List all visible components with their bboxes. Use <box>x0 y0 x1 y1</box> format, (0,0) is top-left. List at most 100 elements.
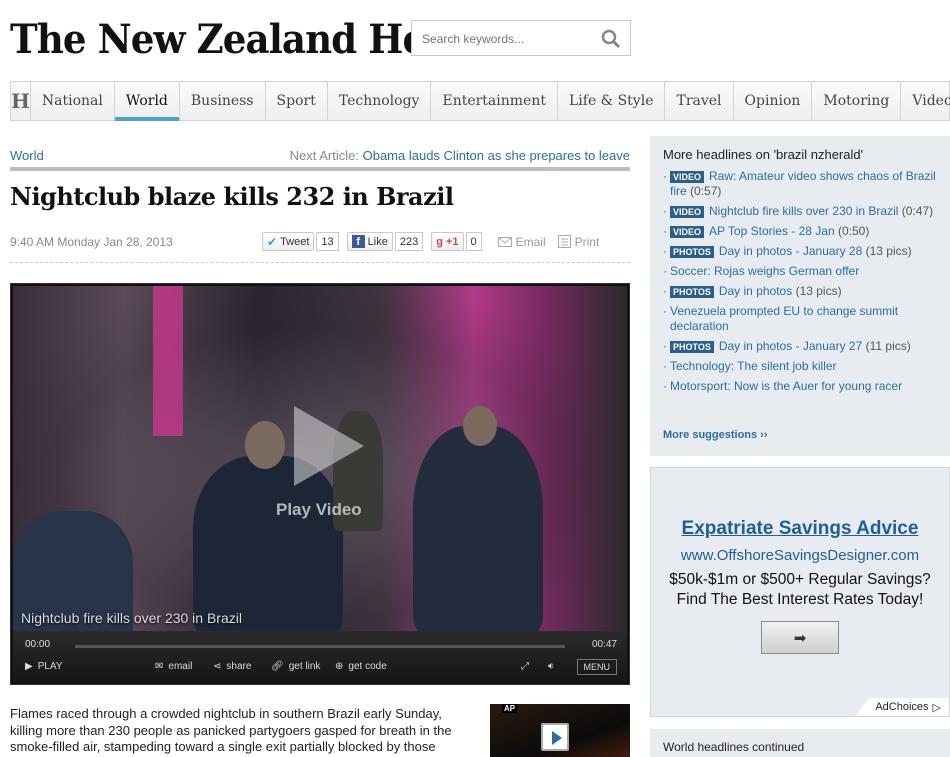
related-video-thumbnail[interactable]: AP <box>490 704 630 757</box>
ap-badge: AP <box>502 704 518 713</box>
nav-item-motoring[interactable]: Motoring <box>812 82 902 120</box>
headline-link[interactable]: Day in photos - January 27 <box>719 339 862 353</box>
nav-home-icon[interactable]: H <box>11 82 31 120</box>
nav-item-world[interactable]: World <box>114 82 180 121</box>
menu-button[interactable]: MENU <box>576 659 617 675</box>
headline-link[interactable]: Technology: The silent job killer <box>670 359 837 373</box>
headline-meta: (0:57) <box>690 184 722 198</box>
headline-item[interactable]: VIDEO AP Top Stories - 28 Jan (0:50) <box>663 224 943 239</box>
headline-link[interactable]: Nightclub fire kills over 230 in Brazil <box>709 204 898 218</box>
body-line: smoke-filled air, stampeding toward a si… <box>10 739 436 754</box>
advertisement[interactable]: Expatriate Savings Advice www.OffshoreSa… <box>650 467 950 717</box>
email-link[interactable]: Email <box>497 235 546 249</box>
time-current: 00:00 <box>25 639 51 650</box>
headline-item[interactable]: VIDEO Nightclub fire kills over 230 in Br… <box>663 204 943 219</box>
headline-item[interactable]: Technology: The silent job killer <box>663 359 943 374</box>
video-frame[interactable]: Play Video Nightclub fire kills over 230… <box>13 286 627 631</box>
nav-item-entertainment[interactable]: Entertainment <box>431 82 558 120</box>
ad-title[interactable]: Expatriate Savings Advice <box>651 518 949 540</box>
more-suggestions-link[interactable]: More suggestions ›› <box>663 429 768 441</box>
envelope-icon: ✉ <box>155 661 164 672</box>
video-scene <box>413 426 543 631</box>
headline-tag: PHOTOS <box>670 341 714 353</box>
adchoices-badge[interactable]: AdChoices ▷ <box>855 698 949 716</box>
adchoices-label: AdChoices <box>875 701 929 713</box>
printer-icon <box>557 235 571 248</box>
article-dateline: 9:40 AM Monday Jan 28, 2013 <box>10 235 173 249</box>
site-logo[interactable]: The New Zealand Herald <box>10 14 506 66</box>
headline-meta: (13 pics) <box>795 284 842 298</box>
body-line: Flames raced through a crowded nightclub… <box>10 706 442 721</box>
like-count: 223 <box>394 232 424 251</box>
get-code-button[interactable]: ⊕ get code <box>335 661 387 672</box>
nav-item-sport[interactable]: Sport <box>266 82 328 120</box>
headline-link[interactable]: Day in photos - January 28 <box>719 244 862 258</box>
headline-link[interactable]: Day in photos <box>719 284 792 298</box>
headline-item[interactable]: PHOTOS Day in photos - January 28 (13 pic… <box>663 244 943 259</box>
time-total: 00:47 <box>591 639 617 650</box>
get-link-button[interactable]: 🔗︎ get link <box>271 661 320 672</box>
get-code-label: get code <box>348 661 387 672</box>
tweet-button[interactable]: ✔ Tweet <box>262 232 315 251</box>
nav-item-business[interactable]: Business <box>180 82 266 120</box>
headline-link[interactable]: Venezuela prompted EU to change summit d… <box>670 304 898 333</box>
progress-bar[interactable] <box>75 645 565 648</box>
print-label: Print <box>574 234 600 249</box>
share-video-label: share <box>226 661 252 672</box>
email-video-button[interactable]: ✉ email <box>155 661 192 672</box>
article-headline: Nightclub blaze kills 232 in Brazil <box>10 182 454 211</box>
nav-item-life-style[interactable]: Life & Style <box>558 82 666 120</box>
share-video-button[interactable]: ⋖ share <box>213 661 251 672</box>
headline-link[interactable]: Motorsport: Now is the Auer for young ra… <box>670 379 902 393</box>
play-button[interactable]: ▶ PLAY <box>25 661 63 672</box>
video-caption: Nightclub fire kills over 230 in Brazil <box>21 610 242 626</box>
tweet-label: Tweet <box>280 235 310 248</box>
ad-url[interactable]: www.OffshoreSavingsDesigner.com <box>651 547 949 564</box>
print-link[interactable]: Print <box>557 234 600 249</box>
search-input[interactable] <box>422 29 592 49</box>
ad-arrow-button[interactable]: ➡ <box>761 621 839 654</box>
headline-item[interactable]: PHOTOS Day in photos - January 27 (11 pic… <box>663 339 943 354</box>
headline-link[interactable]: Soccer: Rojas weighs German offer <box>670 264 859 278</box>
video-scene <box>245 421 285 469</box>
more-headlines-title: More headlines on 'brazil nzherald' <box>663 147 864 162</box>
world-headlines-box: World headlines continued <box>650 729 950 757</box>
volume-icon[interactable]: 🔉︎ <box>548 661 554 672</box>
adchoices-icon: ▷ <box>932 701 941 714</box>
headline-item[interactable]: VIDEORaw: Amateur video shows chaos of B… <box>663 169 943 199</box>
nav-item-opinion[interactable]: Opinion <box>734 82 813 120</box>
headline-item[interactable]: Soccer: Rojas weighs German offer <box>663 264 943 279</box>
play-icon[interactable] <box>294 406 364 486</box>
divider <box>10 262 630 263</box>
google-plus-icon: g <box>436 235 443 248</box>
nav-item-video[interactable]: Video <box>901 82 950 120</box>
headline-tag: VIDEO <box>670 206 705 218</box>
play-icon[interactable] <box>541 723 569 751</box>
nav-item-technology[interactable]: Technology <box>328 82 432 120</box>
divider <box>10 167 630 171</box>
twitter-icon: ✔ <box>267 234 278 249</box>
play-small-icon: ▶ <box>25 661 33 672</box>
headline-item[interactable]: Motorsport: Now is the Auer for young ra… <box>663 379 943 394</box>
next-article-link[interactable]: Obama lauds Clinton as she prepares to l… <box>363 148 630 163</box>
headline-link[interactable]: AP Top Stories - 28 Jan <box>709 224 835 238</box>
section-link[interactable]: World <box>10 148 44 163</box>
body-line: killing more than 230 people as panicked… <box>10 722 452 738</box>
headline-tag: VIDEO <box>670 226 705 238</box>
video-player[interactable]: Play Video Nightclub fire kills over 230… <box>10 283 630 685</box>
gplus-count: 0 <box>465 232 482 251</box>
fullscreen-icon[interactable]: ⤢ <box>521 661 529 672</box>
get-link-label: get link <box>288 661 321 672</box>
like-button[interactable]: f Like <box>346 232 393 251</box>
headline-item[interactable]: PHOTOS Day in photos (13 pics) <box>663 284 943 299</box>
gplus-label: +1 <box>445 235 459 248</box>
gplus-button[interactable]: g +1 <box>431 232 464 251</box>
play-video-label[interactable]: Play Video <box>276 500 362 520</box>
search-icon[interactable] <box>601 29 621 49</box>
nav-item-travel[interactable]: Travel <box>665 82 734 120</box>
headline-tag: PHOTOS <box>670 246 714 258</box>
nav-item-national[interactable]: National <box>31 82 115 120</box>
headline-meta: (0:50) <box>838 224 870 238</box>
headline-item[interactable]: Venezuela prompted EU to change summit d… <box>663 304 943 334</box>
video-scene <box>463 406 497 446</box>
